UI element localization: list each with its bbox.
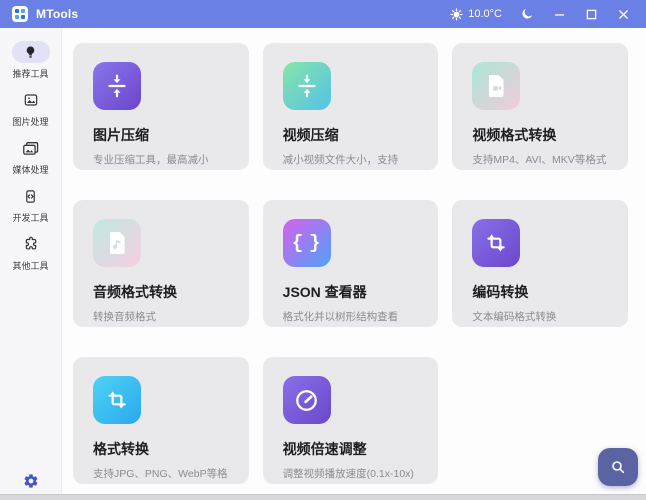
card-description: 格式化并以树形结构查看 JSON <box>283 309 419 327</box>
sun-icon <box>450 8 463 21</box>
theme-toggle-moon-icon[interactable] <box>514 3 540 25</box>
card-video-speed[interactable]: 视频倍速调整 调整视频播放速度(0.1x-10x) <box>263 357 439 484</box>
maximize-button[interactable] <box>578 3 604 25</box>
card-image-compress[interactable]: 图片压缩 专业压缩工具，最高减小80%体积 <box>73 43 249 170</box>
window-bottom-edge <box>0 494 646 500</box>
card-title: 编码转换 <box>472 282 608 302</box>
dev-icon <box>12 185 50 207</box>
search-icon <box>610 459 626 475</box>
sidebar-item-image-processing[interactable]: 图片处理 <box>0 89 61 128</box>
crop-icon <box>472 219 520 267</box>
card-title: 音频格式转换 <box>93 282 229 302</box>
settings-gear-icon[interactable] <box>23 473 39 489</box>
card-title: JSON 查看器 <box>283 282 419 302</box>
compress-icon <box>283 62 331 110</box>
card-video-format-convert[interactable]: 视频格式转换 支持MP4、AVI、MKV等格式互转 <box>452 43 628 170</box>
media-icon <box>12 137 50 159</box>
card-audio-format-convert[interactable]: 音频格式转换 转换音频格式(MP3/WAV/AAC等) <box>73 200 249 327</box>
puzzle-icon <box>12 233 50 255</box>
card-video-compress[interactable]: 视频压缩 减小视频文件大小，支持CRF和分辨率调整 <box>263 43 439 170</box>
card-description: 调整视频播放速度(0.1x-10x) <box>283 466 419 482</box>
sidebar-item-label: 媒体处理 <box>12 163 48 176</box>
video-file-icon <box>472 62 520 110</box>
search-button[interactable] <box>598 448 638 486</box>
minimize-button[interactable] <box>546 3 572 25</box>
card-title: 格式转换 <box>93 439 229 459</box>
sidebar-item-label: 开发工具 <box>12 211 48 224</box>
card-title: 图片压缩 <box>93 125 229 145</box>
card-description: 支持MP4、AVI、MKV等格式互转 <box>472 152 608 170</box>
sidebar-item-other-tools[interactable]: 其他工具 <box>0 233 61 272</box>
tool-grid: 图片压缩 专业压缩工具，最高减小80%体积 视频压缩 减小视频文件大小，支持CR… <box>73 43 628 484</box>
card-description: 文本编码格式转换 <box>472 309 608 325</box>
card-title: 视频压缩 <box>283 125 419 145</box>
sidebar-item-recommended[interactable]: 推荐工具 <box>0 41 61 80</box>
app-title: MTools <box>36 7 78 21</box>
app-window: MTools 10.0°C <box>0 0 646 500</box>
audio-file-icon <box>93 219 141 267</box>
card-description: 支持JPG、PNG、WebP等格式互转 <box>93 466 229 484</box>
card-description: 转换音频格式(MP3/WAV/AAC等) <box>93 309 229 327</box>
close-button[interactable] <box>610 3 636 25</box>
crop-icon <box>93 376 141 424</box>
sidebar-item-media-processing[interactable]: 媒体处理 <box>0 137 61 176</box>
app-logo-icon <box>12 6 28 22</box>
main-content: 图片压缩 专业压缩工具，最高减小80%体积 视频压缩 减小视频文件大小，支持CR… <box>62 28 646 500</box>
card-title: 视频倍速调整 <box>283 439 419 459</box>
card-encoding-convert[interactable]: 编码转换 文本编码格式转换 <box>452 200 628 327</box>
temperature-label: 10.0°C <box>468 8 502 20</box>
card-title: 视频格式转换 <box>472 125 608 145</box>
compress-icon <box>93 62 141 110</box>
sidebar: 推荐工具 图片处理 <box>0 28 62 500</box>
braces-icon: { } <box>283 219 331 267</box>
speedometer-icon <box>283 376 331 424</box>
card-json-viewer[interactable]: { } JSON 查看器 格式化并以树形结构查看 JSON <box>263 200 439 327</box>
card-description: 减小视频文件大小，支持CRF和分辨率调整 <box>283 152 419 170</box>
sidebar-item-label: 其他工具 <box>12 259 48 272</box>
sidebar-item-dev-tools[interactable]: 开发工具 <box>0 185 61 224</box>
sidebar-item-label: 推荐工具 <box>12 67 48 80</box>
card-format-convert[interactable]: 格式转换 支持JPG、PNG、WebP等格式互转 <box>73 357 249 484</box>
sidebar-item-label: 图片处理 <box>12 115 48 128</box>
image-icon <box>12 89 50 111</box>
lightbulb-icon <box>12 41 50 63</box>
titlebar: MTools 10.0°C <box>0 0 646 28</box>
card-description: 专业压缩工具，最高减小80%体积 <box>93 152 229 170</box>
weather-widget[interactable]: 10.0°C <box>444 6 508 23</box>
